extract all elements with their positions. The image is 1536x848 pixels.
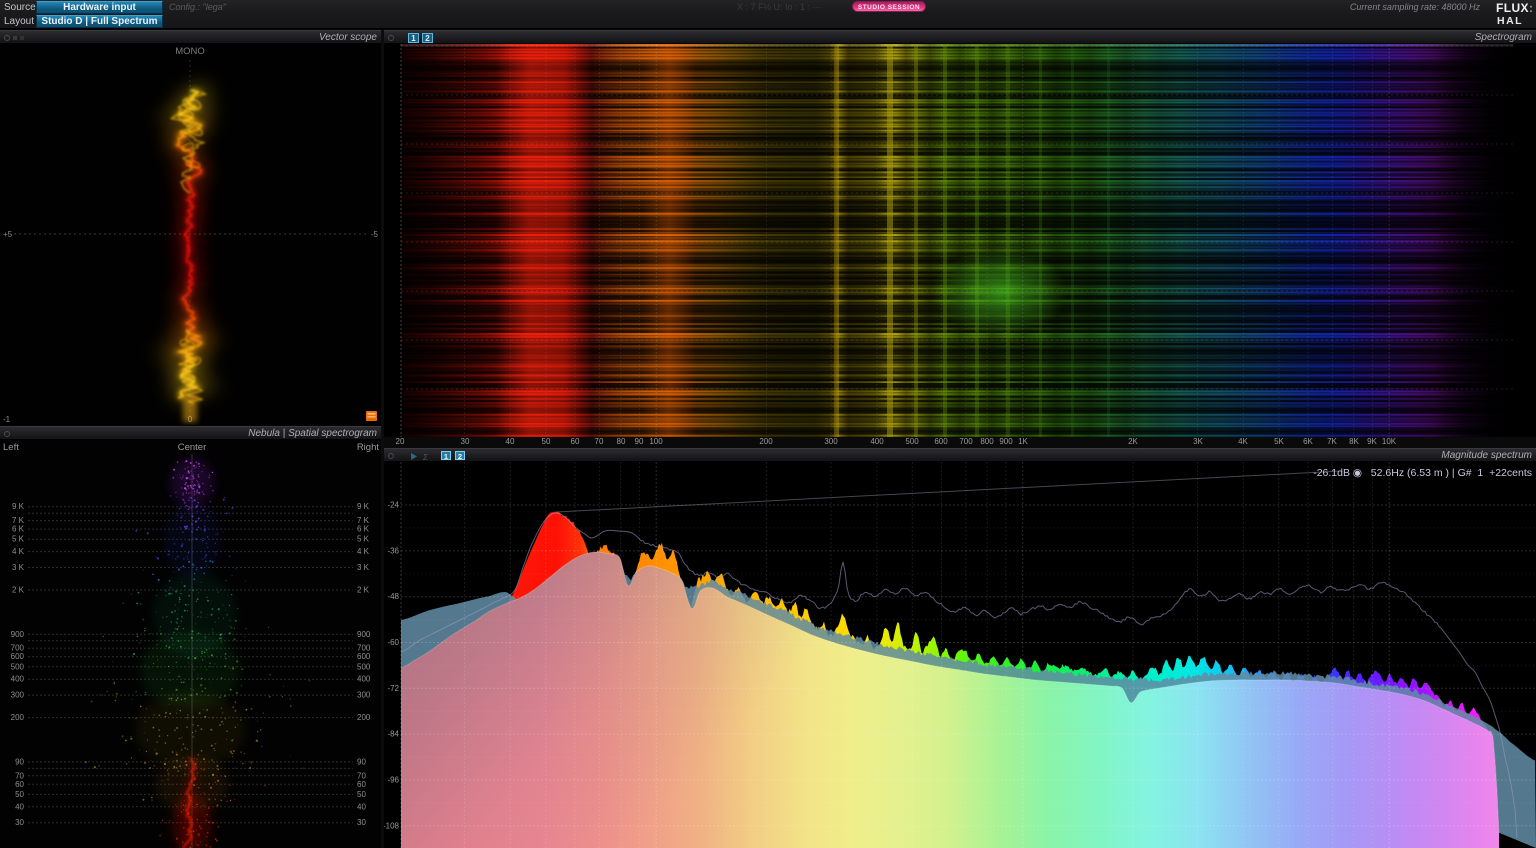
svg-text:400: 400 [11, 675, 25, 684]
svg-text:5 K: 5 K [357, 535, 370, 544]
svg-text:500: 500 [357, 662, 371, 671]
svg-text:-1: -1 [3, 415, 11, 424]
svg-text:9 K: 9 K [12, 502, 25, 511]
svg-text:300: 300 [357, 691, 371, 700]
svg-text:2 K: 2 K [357, 586, 370, 595]
svg-text:60: 60 [15, 780, 24, 789]
svg-text:3 K: 3 K [357, 563, 370, 572]
svg-text:900: 900 [357, 630, 371, 639]
svg-text:-96: -96 [387, 776, 399, 785]
svg-text:3 K: 3 K [12, 563, 25, 572]
svg-text:-72: -72 [387, 684, 399, 693]
svg-text:2 K: 2 K [12, 586, 25, 595]
svg-text:-24: -24 [387, 501, 399, 510]
svg-text:4 K: 4 K [357, 547, 370, 556]
svg-text:200: 200 [357, 713, 371, 722]
svg-text:-26.1dB ◉ 52.6Hz (6.53 m ) |: -26.1dB ◉ 52.6Hz (6.53 m ) | G# 1 +22cen… [1313, 467, 1532, 479]
svg-text:-36: -36 [387, 546, 399, 555]
svg-text:-60: -60 [387, 638, 399, 647]
svg-text:Right: Right [357, 442, 380, 453]
svg-text:9 K: 9 K [357, 502, 370, 511]
svg-text:4 K: 4 K [12, 547, 25, 556]
svg-text:600: 600 [357, 652, 371, 661]
svg-text:900: 900 [11, 630, 25, 639]
svg-text:30: 30 [15, 818, 24, 827]
svg-text:50: 50 [15, 790, 24, 799]
svg-text:40: 40 [357, 802, 366, 811]
svg-text:MONO: MONO [175, 46, 205, 57]
svg-text:-5: -5 [371, 230, 379, 239]
svg-text:5 K: 5 K [12, 535, 25, 544]
svg-text:300: 300 [11, 691, 25, 700]
svg-text:Left: Left [3, 442, 19, 453]
svg-text:600: 600 [11, 652, 25, 661]
svg-text:-108: -108 [384, 821, 400, 830]
svg-text:60: 60 [357, 780, 366, 789]
svg-text:6 K: 6 K [12, 525, 25, 534]
svg-text:-48: -48 [387, 592, 399, 601]
svg-text:Σ: Σ [422, 453, 429, 461]
svg-text:200: 200 [11, 713, 25, 722]
svg-text:+5: +5 [3, 230, 13, 239]
svg-text:-84: -84 [387, 730, 399, 739]
svg-text:90: 90 [357, 757, 366, 766]
svg-text:6 K: 6 K [357, 525, 370, 534]
svg-text:500: 500 [11, 662, 25, 671]
svg-text:30: 30 [357, 818, 366, 827]
svg-text:400: 400 [357, 675, 371, 684]
svg-text:Center: Center [178, 442, 207, 453]
svg-text:40: 40 [15, 802, 24, 811]
svg-text:90: 90 [15, 757, 24, 766]
svg-text:50: 50 [357, 790, 366, 799]
